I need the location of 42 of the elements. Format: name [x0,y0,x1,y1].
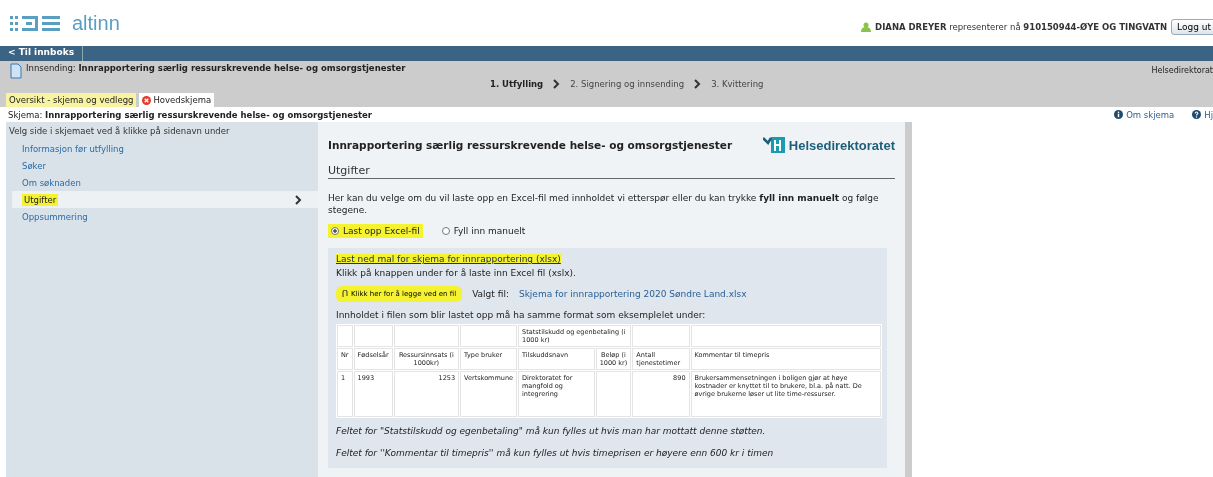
paperclip-icon [342,290,348,299]
form-tab[interactable]: Hovedskjema [139,93,215,107]
chevron-icon [295,194,302,205]
submission-title: Innsending: Innrapportering særlig ressurskrevende helse- og omsorgstjenester [26,63,406,73]
sidebar-item[interactable]: Informasjon før utfylling [6,140,318,157]
step-label: 2. Signering og innsending [570,79,685,89]
sidebar-heading: Velg side i skjemaet ved å klikke på sidenavn under [8,126,231,138]
form-tab[interactable]: Oversikt - skjema og vedlegg [6,93,137,107]
section-heading: Utgifter [328,164,895,179]
brand-logo-icon [762,136,785,154]
chosen-file-label: Valgt fil: [472,289,509,300]
sidebar-item[interactable]: Oppsummering [6,208,318,225]
logo-text: altinn [72,11,120,35]
sidebar-item[interactable]: Søker [6,157,318,174]
table-intro: Innholdet i filen som blir lastet opp må ha samme format som eksemplelet under: [336,310,707,321]
note-text: Feltet for ''Kommentar til timepris'' må kun fylles ut hvis timeprisen er høyere enn 600 kr i timen [336,448,775,459]
document-icon [10,63,22,79]
info-icon [1114,110,1124,119]
chevron-icon [553,79,561,89]
radio-option[interactable]: Fyll inn manuelt [438,224,529,239]
intro-text: Her kan du velge om du vil laste opp en Excel-fil med innholdet vi etterspør eller du kan trykke fyll inn manuelt og følge stegene. [328,192,880,217]
form-title: Skjema: Innrapportering særlig ressurskrevende helse- og omsorgstjenester [8,109,373,120]
user-info: DIANA DREYER representerer nå 910150944-ØYE OG TINGVATN [875,22,1168,32]
sidebar-item[interactable]: Om søknaden [6,174,318,191]
chevron-icon [694,79,702,89]
step-label: 1. Utfylling [490,79,544,89]
chosen-file-name: Skjema for innrapportering 2020 Søndre Land.xlsx [518,289,747,300]
help-link[interactable]: Hj [1192,109,1213,120]
download-link[interactable]: Last ned mal for skjema for innrapportering (xlsx) [336,254,561,265]
note-text: Feltet for "Statstilskudd og egenbetaling" må kun fylles ut hvis man har mottatt denne støtten. [336,426,767,437]
radio-option[interactable]: Last opp Excel-fil [328,224,423,239]
user-icon [861,22,872,32]
agency-name: Helsedirektorat [1151,65,1213,75]
step-label: 3. Kvittering [711,79,764,89]
brand-name: Helsedirektoratet [788,137,895,153]
upload-hint: Klikk på knappen under for å laste inn Excel fil (xslx). [336,268,577,279]
help-icon [1192,110,1202,119]
scrollbar[interactable] [905,122,912,477]
form-heading: Innrapportering særlig ressurskrevende helse- og omsorgstjenester [328,139,733,151]
help-link[interactable]: Om skjema [1114,109,1175,120]
logout-button[interactable]: Logg ut [1171,19,1213,35]
sidebar-item[interactable]: Utgifter [12,191,318,208]
